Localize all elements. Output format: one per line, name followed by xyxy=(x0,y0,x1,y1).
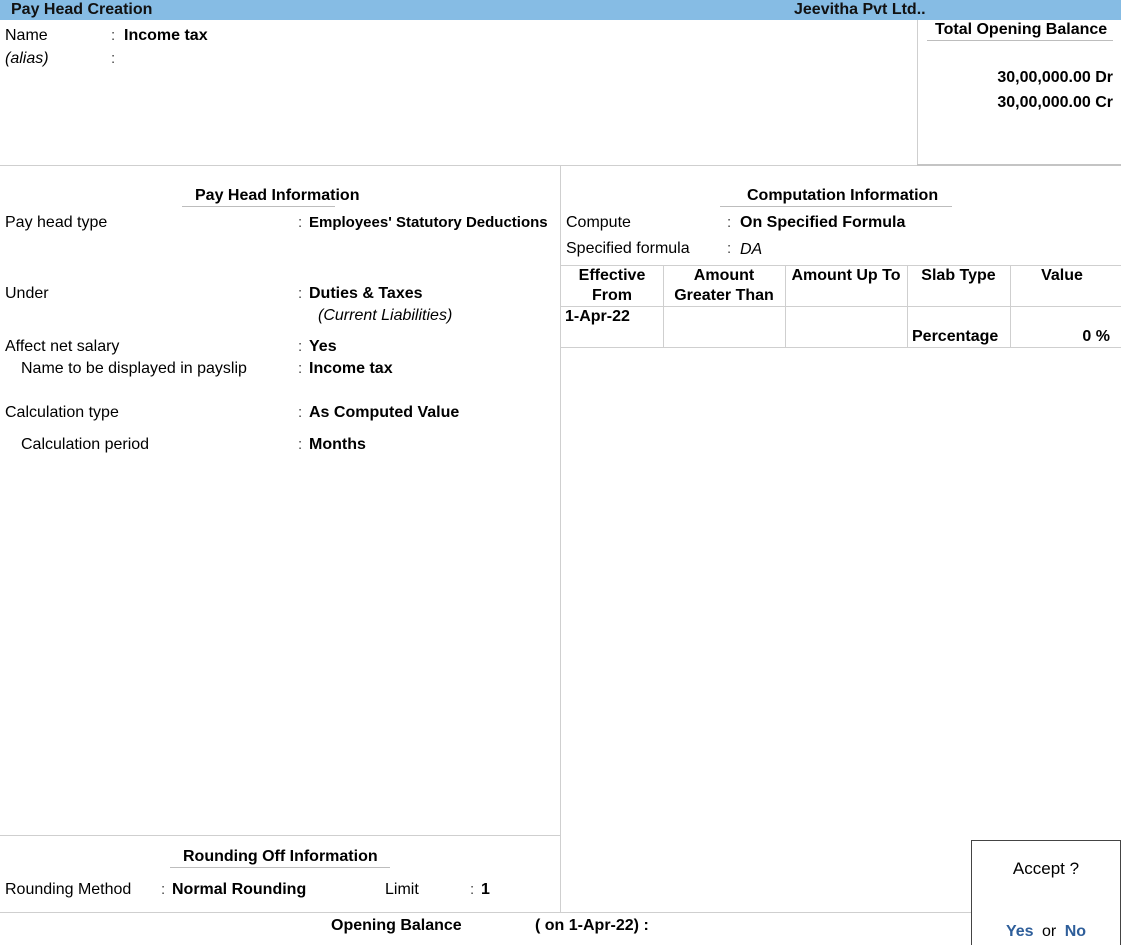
under-field[interactable]: Duties & Taxes xyxy=(309,285,423,303)
colon: : xyxy=(727,214,732,231)
cell-slab-type[interactable]: Percentage xyxy=(912,328,998,346)
colon: : xyxy=(298,360,303,377)
table-bottom-border xyxy=(561,347,1121,348)
column-header-slab-type: Slab Type xyxy=(921,267,996,284)
table-header-border xyxy=(561,306,1121,307)
accept-no-button[interactable]: No xyxy=(1065,923,1086,940)
calculation-period-field[interactable]: Months xyxy=(309,436,366,454)
total-credit: 30,00,000.00 Cr xyxy=(997,94,1113,111)
pay-head-information-title: Pay Head Information xyxy=(195,187,360,204)
title-underline xyxy=(927,40,1113,41)
column-header-amount-greater-than: Amount Greater Than xyxy=(674,267,774,304)
under-label: Under xyxy=(5,285,49,302)
rounding-off-information-title: Rounding Off Information xyxy=(183,848,378,865)
divider xyxy=(917,20,918,165)
title-underline xyxy=(170,867,390,868)
payslip-name-field[interactable]: Income tax xyxy=(309,360,393,378)
rounding-method-label: Rounding Method xyxy=(5,881,132,898)
pay-head-type-field[interactable]: Employees' Statutory Deductions xyxy=(309,214,548,231)
total-opening-balance-title: Total Opening Balance xyxy=(935,21,1108,38)
colon: : xyxy=(470,881,475,898)
under-parent-group: (Current Liabilities) xyxy=(318,307,453,324)
alias-field[interactable] xyxy=(124,50,424,68)
window-title: Pay Head Creation xyxy=(11,1,153,18)
computation-information-title: Computation Information xyxy=(747,187,939,204)
colon: : xyxy=(727,240,732,257)
accept-dialog: Accept ? Yes or No xyxy=(971,840,1121,945)
cell-value[interactable]: 0 % xyxy=(1082,328,1110,346)
affect-net-salary-label: Affect net salary xyxy=(5,338,120,355)
opening-balance-field[interactable] xyxy=(660,917,940,937)
payslip-name-label: Name to be displayed in payslip xyxy=(21,360,247,377)
company-name: Jeevitha Pvt Ltd.. xyxy=(794,1,926,18)
name-label: Name xyxy=(5,27,48,44)
limit-field[interactable]: 1 xyxy=(481,881,490,899)
limit-label: Limit xyxy=(385,881,419,898)
colon: : xyxy=(298,338,303,355)
alias-colon: : xyxy=(111,50,116,67)
divider xyxy=(0,912,971,913)
total-debit: 30,00,000.00 Dr xyxy=(997,69,1113,86)
divider xyxy=(0,165,917,166)
cell-effective-from[interactable]: 1-Apr-22 xyxy=(565,308,630,326)
calculation-period-label: Calculation period xyxy=(21,436,150,453)
name-field[interactable]: Income tax xyxy=(124,27,208,45)
colon: : xyxy=(161,881,166,898)
compute-label: Compute xyxy=(566,214,631,231)
colon: : xyxy=(298,404,303,421)
pay-head-type-label: Pay head type xyxy=(5,214,108,231)
divider xyxy=(917,164,1121,166)
calculation-type-field[interactable]: As Computed Value xyxy=(309,404,459,422)
opening-balance-date: ( on 1-Apr-22) : xyxy=(535,917,649,934)
accept-question: Accept ? xyxy=(1012,859,1080,878)
specified-formula-field[interactable]: DA xyxy=(740,241,762,259)
affect-net-salary-field[interactable]: Yes xyxy=(309,338,337,356)
opening-balance-label: Opening Balance xyxy=(331,917,462,934)
specified-formula-label: Specified formula xyxy=(566,240,690,257)
colon: : xyxy=(298,285,303,302)
title-underline xyxy=(182,206,335,207)
column-header-value: Value xyxy=(1041,267,1083,284)
title-bar: Pay Head Creation Jeevitha Pvt Ltd.. xyxy=(0,0,1121,20)
title-underline xyxy=(720,206,952,207)
accept-or-text: or xyxy=(1042,923,1057,940)
rounding-method-field[interactable]: Normal Rounding xyxy=(172,881,306,899)
colon: : xyxy=(298,436,303,453)
alias-label: (alias) xyxy=(5,50,49,67)
colon: : xyxy=(298,214,303,231)
accept-options: Yes or No xyxy=(972,923,1120,941)
divider xyxy=(0,835,560,836)
accept-yes-button[interactable]: Yes xyxy=(1006,923,1034,940)
compute-field[interactable]: On Specified Formula xyxy=(740,214,905,232)
name-colon: : xyxy=(111,27,116,44)
column-header-amount-up-to: Amount Up To xyxy=(791,267,901,284)
calculation-type-label: Calculation type xyxy=(5,404,119,421)
column-header-effective-from: Effective From xyxy=(578,267,646,304)
